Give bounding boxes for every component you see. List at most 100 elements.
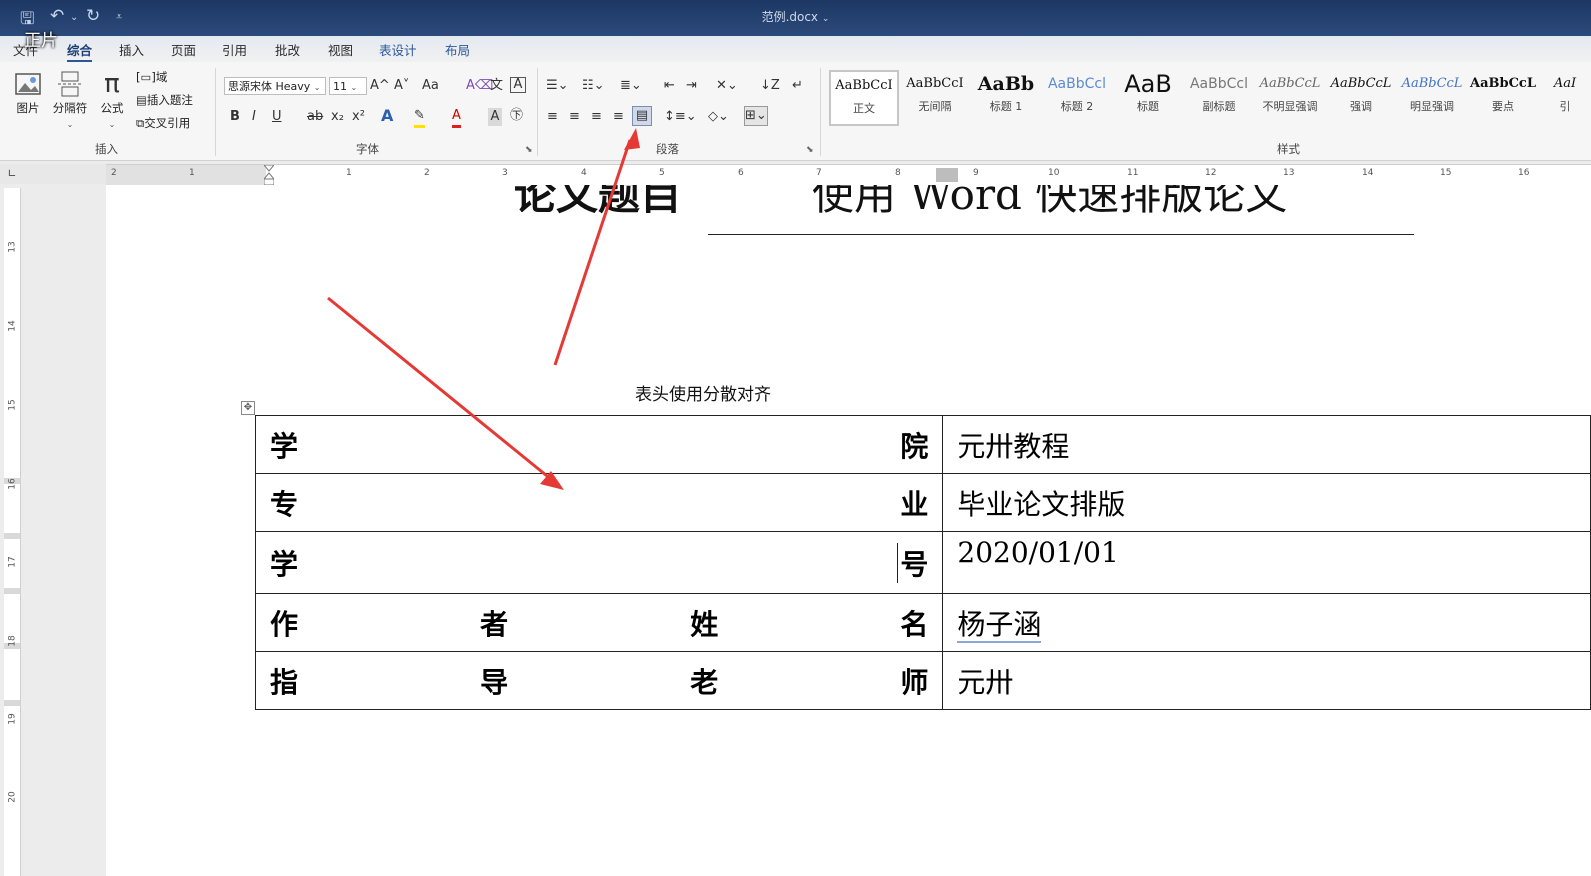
table-cell-label[interactable]: 专业 (254, 473, 944, 532)
increase-indent-icon[interactable]: ⇥ (686, 77, 697, 95)
picture-button[interactable]: 图片 (10, 70, 46, 116)
style-heading-2[interactable]: AaBbCcl 标题 2 (1042, 70, 1112, 126)
field-button[interactable]: [▭]域 (136, 69, 167, 85)
numbering-icon[interactable]: ☷⌄ (582, 77, 605, 95)
paragraph-dialog-launcher-icon[interactable]: ⬊ (806, 145, 814, 155)
formula-button[interactable]: π 公式 ⌄ (96, 70, 128, 130)
shrink-font-button[interactable]: A˅ (394, 77, 409, 95)
font-name-select[interactable]: 思源宋体 Heavy ⌄ (224, 77, 326, 95)
decrease-indent-icon[interactable]: ⇤ (664, 77, 675, 95)
ruler-number: 1 (189, 168, 195, 178)
strikethrough-button[interactable]: ab (307, 108, 323, 126)
table-move-handle-icon[interactable]: ✥ (241, 401, 255, 415)
ruler-number: 3 (502, 168, 508, 178)
table-cell-value[interactable]: 元卅教程 (942, 415, 1591, 474)
styles-group-label: 样式 (1277, 142, 1300, 156)
table-cell-value[interactable]: 元卅 (942, 651, 1591, 710)
line-spacing-icon[interactable]: ↕≡⌄ (664, 108, 697, 126)
font-color-icon[interactable]: A (452, 107, 461, 128)
cross-reference-button[interactable]: ⧉交叉引用 (136, 115, 190, 131)
distributed-align-icon[interactable]: ▤ (632, 106, 652, 126)
sort-icon[interactable]: ↓Z (760, 77, 780, 95)
font-dialog-launcher-icon[interactable]: ⬊ (525, 145, 533, 155)
table-cell-label[interactable]: 学号 (254, 531, 944, 594)
tab-insert[interactable]: 插入 (119, 40, 144, 59)
style-intense-emphasis[interactable]: AaBbCcL 明显强调 (1397, 70, 1467, 126)
thesis-title-label: 论文题目 (514, 185, 683, 219)
separator-button[interactable]: 分隔符 ⌄ (50, 70, 90, 130)
multilevel-list-icon[interactable]: ≣⌄ (620, 77, 642, 95)
title-bar: 🖫 ↶ ⌄ ↻ ⩡ 范例.docx ⌄ (0, 0, 1591, 36)
justify-icon[interactable]: ≡ (613, 108, 624, 126)
enclose-char-icon[interactable]: ㊦ (510, 107, 523, 125)
table-cell-value[interactable]: 毕业论文排版 (942, 473, 1591, 532)
align-left-icon[interactable]: ≡ (547, 108, 558, 126)
style-strong[interactable]: AaBbCcL 要点 (1468, 70, 1538, 126)
align-center-icon[interactable]: ≡ (569, 108, 580, 126)
style-emphasis[interactable]: AaBbCcL 强调 (1326, 70, 1396, 126)
asian-layout-icon[interactable]: ✕⌄ (716, 77, 738, 95)
grow-font-button[interactable]: A^ (370, 77, 390, 95)
table-cell-value[interactable]: 2020/01/01 (942, 531, 1591, 594)
subscript-button[interactable]: x₂ (331, 108, 344, 126)
thesis-title-value: 使用 Word 快速排版论文 (812, 185, 1288, 219)
style-heading-1[interactable]: AaBb 标题 1 (971, 70, 1041, 126)
table-row: 学院 元卅教程 (254, 415, 1591, 474)
text-effects-icon[interactable]: A (381, 107, 393, 125)
table-column-marker[interactable] (936, 168, 958, 182)
table-cell-value[interactable]: 杨子涵 (942, 593, 1591, 652)
caption-icon: ▤ (136, 93, 147, 107)
ruler-row-marker (4, 588, 20, 594)
char-shading-icon[interactable]: A (488, 108, 502, 126)
picture-icon (15, 73, 41, 95)
vertical-ruler[interactable]: 13 14 15 16 17 18 19 20 (4, 188, 21, 876)
ruler-number: 4 (581, 168, 587, 178)
align-right-icon[interactable]: ≡ (591, 108, 602, 126)
ruler-number: 17 (7, 556, 18, 568)
tab-table-design[interactable]: 表设计 (379, 40, 417, 59)
style-no-spacing[interactable]: AaBbCcI 无间隔 (900, 70, 970, 126)
bullets-icon[interactable]: ☰⌄ (546, 77, 569, 95)
tab-home[interactable]: 综合 (67, 40, 93, 62)
italic-button[interactable]: I (252, 108, 256, 126)
tab-review[interactable]: 批改 (275, 40, 300, 59)
style-normal[interactable]: AaBbCcI 正文 (829, 70, 899, 126)
ruler-number: 18 (7, 635, 18, 647)
underline-button[interactable]: U (272, 108, 282, 126)
insert-caption-button[interactable]: ▤插入题注 (136, 92, 193, 108)
phonetic-guide-icon[interactable]: 文 (490, 77, 503, 95)
style-title[interactable]: AaB 标题 (1113, 70, 1183, 126)
group-divider (215, 68, 216, 156)
tab-page[interactable]: 页面 (171, 40, 196, 59)
group-divider (537, 68, 538, 156)
change-case-button[interactable]: Aa (422, 77, 439, 95)
font-size-select[interactable]: 11 ⌄ (329, 77, 367, 95)
bold-button[interactable]: B (230, 108, 240, 126)
table-cell-label[interactable]: 指导老师 (254, 651, 944, 710)
style-subtitle[interactable]: AaBbCcl 副标题 (1184, 70, 1254, 126)
shading-icon[interactable]: ◇⌄ (708, 108, 729, 126)
show-marks-icon[interactable]: ↵ (792, 77, 803, 95)
char-border-icon[interactable]: A (510, 77, 526, 93)
horizontal-ruler[interactable]: 2 1 1 2 3 4 5 6 7 8 9 10 11 12 13 14 15 … (106, 164, 1591, 186)
table-cell-label[interactable]: 作者姓名 (254, 593, 944, 652)
cross-ref-icon: ⧉ (136, 116, 145, 130)
info-table[interactable]: 学院 元卅教程 专业 毕业论文排版 学号 2020/01/01 作者姓名 杨子涵… (254, 415, 1591, 710)
ruler-number: 2 (424, 168, 430, 178)
tab-view[interactable]: 视图 (328, 40, 353, 59)
superscript-button[interactable]: x² (352, 108, 365, 126)
ruler-number: 7 (816, 168, 822, 178)
style-subtle-emphasis[interactable]: AaBbCcL 不明显强调 (1255, 70, 1325, 126)
ruler-row-marker (4, 533, 20, 539)
tab-selector-icon[interactable]: ∟ (4, 166, 20, 182)
table-cell-label[interactable]: 学院 (254, 415, 944, 474)
ribbon: 图片 分隔符 ⌄ π 公式 ⌄ [▭]域 ▤插入题注 ⧉交叉引用 插入 思源宋体 H… (0, 62, 1591, 161)
insert-group-label: 插入 (95, 142, 118, 156)
indent-marker-icon[interactable] (262, 164, 276, 186)
borders-icon[interactable]: ⊞⌄ (744, 106, 768, 126)
style-quote[interactable]: AaI 引 (1539, 70, 1591, 126)
highlight-icon[interactable]: ✎ (414, 107, 425, 128)
tab-references[interactable]: 引用 (222, 40, 247, 59)
ruler-number: 15 (7, 399, 18, 411)
tab-layout[interactable]: 布局 (445, 40, 470, 59)
